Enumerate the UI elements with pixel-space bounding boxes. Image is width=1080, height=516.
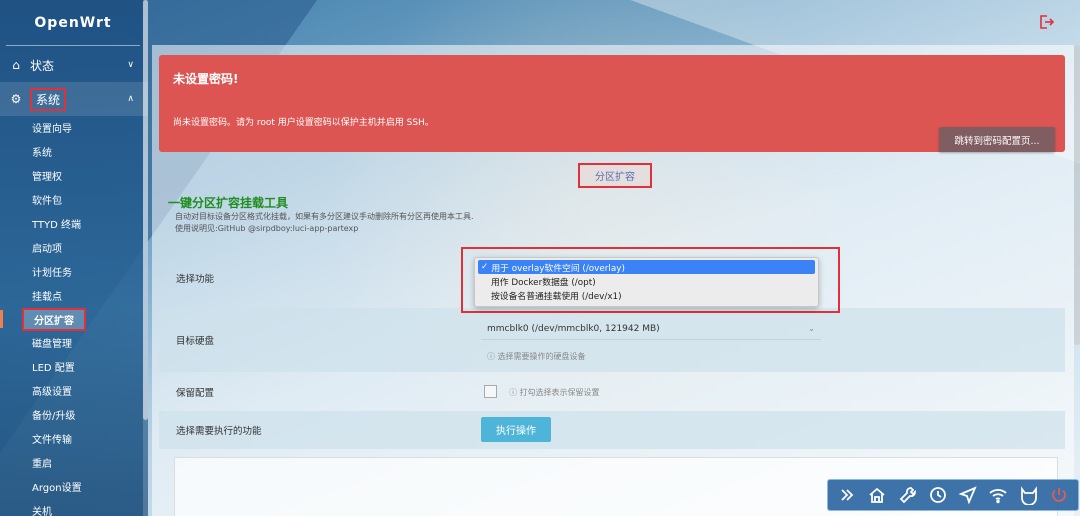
cat-icon[interactable]: [1015, 481, 1043, 509]
option-label: 用作 Docker数据盘 (/opt): [491, 277, 596, 288]
check-icon: ✓: [481, 262, 489, 272]
nav-system[interactable]: ⚙ 系统 ∧: [0, 82, 148, 116]
floating-toolbar: [827, 479, 1079, 511]
execute-button[interactable]: 执行操作: [481, 417, 551, 442]
submenu-label: 分区扩容: [22, 307, 86, 331]
submenu-label: 挂载点: [32, 291, 62, 303]
execute-row: 选择需要执行的功能 执行操作: [159, 411, 1065, 449]
submenu-label: 计划任务: [32, 267, 72, 279]
sidebar: OpenWrt ⌂ 状态 ∨ ⚙ 系统 ∧ 设置向导 系统 管理权 软件包 TT…: [0, 0, 148, 516]
submenu-label: Argon设置: [32, 482, 82, 494]
alert-title: 未设置密码!: [173, 72, 239, 86]
nav-system-label: 系统: [30, 87, 67, 111]
submenu-label: 关机: [32, 506, 52, 516]
submenu-label: 高级设置: [32, 387, 72, 399]
main-area: 未设置密码! 尚未设置密码。请为 root 用户设置密码以保护主机并启用 SSH…: [148, 0, 1080, 516]
home-icon: ⌂: [12, 58, 20, 72]
submenu-label: 系统: [32, 148, 52, 160]
keep-label: 保留配置: [176, 388, 215, 399]
submenu-item-startup[interactable]: 启动项: [0, 235, 148, 259]
keep-config-checkbox[interactable]: [484, 385, 497, 398]
disk-label: 目标硬盘: [176, 336, 215, 347]
submenu-item-system[interactable]: 系统: [0, 140, 148, 164]
brand-logo[interactable]: OpenWrt: [6, 0, 140, 46]
function-dropdown[interactable]: ✓ 用于 overlay软件空间 (/overlay) 用作 Docker数据盘…: [474, 257, 819, 307]
disk-row: 目标硬盘 mmcblk0 (/dev/mmcblk0, 121942 MB) ⌄…: [159, 308, 1065, 372]
submenu-item-disk[interactable]: 磁盘管理: [0, 331, 148, 355]
submenu-item-admin[interactable]: 管理权: [0, 164, 148, 188]
tool-title: 一键分区扩容挂载工具: [168, 196, 289, 210]
wifi-icon[interactable]: [984, 481, 1012, 509]
submenu-label: 设置向导: [32, 124, 72, 136]
submenu-item-reboot[interactable]: 重启: [0, 450, 148, 474]
chevron-down-icon: ∨: [127, 60, 134, 70]
tab-partexp[interactable]: 分区扩容: [578, 163, 652, 188]
submenu-label: 管理权: [32, 172, 62, 184]
submenu-item-argon[interactable]: Argon设置: [0, 474, 148, 498]
alert-message: 尚未设置密码。请为 root 用户设置密码以保护主机并启用 SSH。: [173, 118, 434, 128]
submenu-label: 软件包: [32, 196, 62, 208]
password-alert: 未设置密码! 尚未设置密码。请为 root 用户设置密码以保护主机并启用 SSH…: [159, 55, 1065, 152]
function-label: 选择功能: [176, 274, 215, 285]
chevron-down-icon: ⌄: [808, 324, 815, 333]
keep-hint: ⓘ 打勾选择表示保留设置: [509, 388, 600, 397]
disk-select-value: mmcblk0 (/dev/mmcblk0, 121942 MB): [487, 323, 660, 334]
submenu-label: LED 配置: [32, 363, 75, 375]
function-option-docker[interactable]: 用作 Docker数据盘 (/opt): [478, 274, 815, 288]
goto-password-button[interactable]: 跳转到密码配置页...: [939, 127, 1055, 152]
tool-desc-line1: 自动对目标设备分区格式化挂载，如果有多分区建议手动删除所有分区再使用本工具.: [175, 212, 474, 221]
main-scrollbar[interactable]: [1074, 45, 1080, 345]
submenu-item-backup[interactable]: 备份/升级: [0, 403, 148, 427]
keep-config-row: 保留配置 ⓘ 打勾选择表示保留设置: [159, 375, 1065, 409]
nav-status-label: 状态: [30, 58, 55, 73]
submenu-item-packages[interactable]: 软件包: [0, 188, 148, 212]
clock-icon[interactable]: [924, 481, 952, 509]
option-label: 用于 overlay软件空间 (/overlay): [491, 263, 625, 274]
tool-description: 自动对目标设备分区格式化挂载，如果有多分区建议手动删除所有分区再使用本工具. 使…: [175, 211, 474, 235]
submenu-item-ttyd[interactable]: TTYD 终端: [0, 212, 148, 236]
submenu-label: 磁盘管理: [32, 339, 72, 351]
disk-select[interactable]: mmcblk0 (/dev/mmcblk0, 121942 MB) ⌄: [481, 318, 821, 340]
submenu-item-shutdown[interactable]: 关机: [0, 498, 148, 516]
wrench-icon[interactable]: [894, 481, 922, 509]
submenu-label: 文件传输: [32, 435, 72, 447]
system-submenu: 设置向导 系统 管理权 软件包 TTYD 终端 启动项 计划任务 挂载点 分区扩…: [0, 116, 148, 516]
logout-icon[interactable]: [1038, 14, 1055, 34]
option-label: 按设备名普通挂载使用 (/dev/x1): [491, 291, 622, 302]
submenu-label: TTYD 终端: [32, 220, 82, 231]
submenu-item-filetransfer[interactable]: 文件传输: [0, 427, 148, 451]
disk-hint: ⓘ 选择需要操作的硬盘设备: [487, 352, 586, 361]
submenu-item-mounts[interactable]: 挂载点: [0, 283, 148, 307]
submenu-label: 备份/升级: [32, 411, 76, 423]
submenu-item-led[interactable]: LED 配置: [0, 355, 148, 379]
submenu-label: 启动项: [32, 243, 62, 255]
tool-desc-line2: 使用说明见:GitHub @sirpdboy:luci-app-partexp: [175, 224, 359, 233]
function-option-overlay[interactable]: ✓ 用于 overlay软件空间 (/overlay): [478, 260, 815, 274]
submenu-item-wizard[interactable]: 设置向导: [0, 116, 148, 140]
power-icon[interactable]: [1045, 481, 1073, 509]
chevron-up-icon: ∧: [127, 94, 134, 104]
nav-status[interactable]: ⌂ 状态 ∨: [0, 48, 148, 82]
send-icon[interactable]: [954, 481, 982, 509]
submenu-item-partexp[interactable]: 分区扩容: [0, 307, 148, 331]
function-option-normal[interactable]: 按设备名普通挂载使用 (/dev/x1): [478, 288, 815, 302]
execute-label: 选择需要执行的功能: [176, 426, 262, 437]
submenu-label: 重启: [32, 458, 52, 470]
gear-icon: ⚙: [10, 92, 22, 106]
home-icon[interactable]: [863, 481, 891, 509]
content-panel: 未设置密码! 尚未设置密码。请为 root 用户设置密码以保护主机并启用 SSH…: [152, 45, 1074, 516]
submenu-item-crontab[interactable]: 计划任务: [0, 259, 148, 283]
collapse-icon[interactable]: [833, 481, 861, 509]
submenu-item-advanced[interactable]: 高级设置: [0, 379, 148, 403]
